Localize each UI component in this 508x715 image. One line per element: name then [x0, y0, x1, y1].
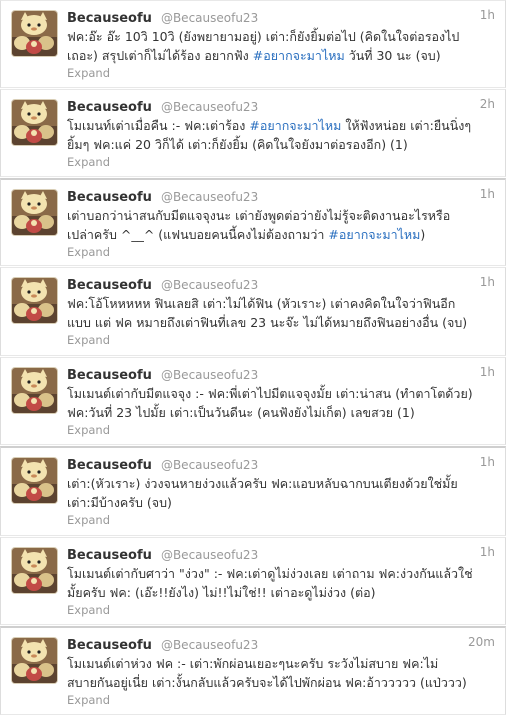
- tweet-header: Becauseofu @Becauseofu23 20m: [67, 634, 495, 652]
- avatar[interactable]: [11, 10, 58, 57]
- fullname[interactable]: Becauseofu: [67, 278, 152, 292]
- fullname[interactable]: Becauseofu: [67, 458, 152, 472]
- tweet-line: โมเมนต์เต่าห่วง ฟค :- เต่า:พักผ่อนเยอะๆน…: [67, 656, 439, 671]
- tweet-item[interactable]: Becauseofu @Becauseofu23 2h โมเมนท์เต่าเ…: [0, 89, 506, 177]
- hashtag-link[interactable]: #อยากจะมาไหม: [253, 48, 345, 63]
- tweet-timestamp[interactable]: 1h: [480, 187, 495, 201]
- tweet-timestamp[interactable]: 1h: [480, 275, 495, 289]
- tweet-text: โมเมนต์เต่ากับศาว่า "ง่วง" :- ฟค:เต่าดูไ…: [67, 564, 492, 602]
- tweet-line: เต่าบอกว่าน่าสนกับมีตแจจุงนะ เต่ายังพูดต…: [67, 208, 451, 223]
- username[interactable]: @Becauseofu23: [161, 368, 258, 382]
- tweet-line: สบายกันอยู่เนี่ย เต่า:งั้นกลับแล้วครับจะ…: [67, 675, 467, 690]
- expand-link[interactable]: Expand: [67, 513, 495, 527]
- fullname[interactable]: Becauseofu: [67, 548, 152, 562]
- tweet-line: โมเมนต์เต่ากับศาว่า "ง่วง" :- ฟค:เต่าดูไ…: [67, 566, 473, 581]
- expand-link[interactable]: Expand: [67, 245, 495, 259]
- tweet-timestamp[interactable]: 1h: [480, 8, 495, 22]
- tweet-text: ฟค:อ๊ะ อ๊ะ 10วิ 10วิ (ยังพยายามอยู่) เต่…: [67, 27, 492, 65]
- username[interactable]: @Becauseofu23: [161, 100, 258, 114]
- expand-link[interactable]: Expand: [67, 66, 495, 80]
- tweet-header: Becauseofu @Becauseofu23 1h: [67, 364, 495, 382]
- tweet-header: Becauseofu @Becauseofu23 2h: [67, 96, 495, 114]
- tweet-timeline: Becauseofu @Becauseofu23 1h ฟค:อ๊ะ อ๊ะ 1…: [0, 0, 508, 715]
- username[interactable]: @Becauseofu23: [161, 190, 258, 204]
- tweet-line: เถอะ) สรุปเต่าก็ไม่ได้ร้อง อยากฟัง #อยาก…: [67, 48, 441, 63]
- avatar[interactable]: [11, 457, 58, 504]
- username[interactable]: @Becauseofu23: [161, 548, 258, 562]
- fullname[interactable]: Becauseofu: [67, 190, 152, 204]
- tweet-line: โมเมนท์เต่าเมื่อคืน :- ฟค:เต่าร้อง #อยาก…: [67, 118, 472, 133]
- fullname[interactable]: Becauseofu: [67, 368, 152, 382]
- tweet-timestamp[interactable]: 1h: [480, 365, 495, 379]
- fullname[interactable]: Becauseofu: [67, 100, 152, 114]
- expand-link[interactable]: Expand: [67, 603, 495, 617]
- tweet-text: โมเมนต์เต่ากับมีตแจจุง :- ฟค:พี่เต่าไปมี…: [67, 384, 492, 422]
- tweet-item[interactable]: Becauseofu @Becauseofu23 20m โมเมนต์เต่า…: [0, 626, 506, 715]
- tweet-text: โมเมนต์เต่าห่วง ฟค :- เต่า:พักผ่อนเยอะๆน…: [67, 654, 492, 692]
- tweet-line: ฟค:อ๊ะ อ๊ะ 10วิ 10วิ (ยังพยายามอยู่) เต่…: [67, 29, 460, 44]
- expand-link[interactable]: Expand: [67, 155, 495, 169]
- tweet-text: เต่า:(หัวเราะ) ง่วงจนหายง่วงแล้วครับ ฟค:…: [67, 474, 492, 512]
- avatar[interactable]: [11, 367, 58, 414]
- tweet-header: Becauseofu @Becauseofu23 1h: [67, 274, 495, 292]
- tweet-item[interactable]: Becauseofu @Becauseofu23 1h โมเมนต์เต่าก…: [0, 357, 506, 445]
- tweet-line: เปล่าครับ ^__^ (แฟนบอยคนนี้คงไม่ต้องถามว…: [67, 227, 426, 242]
- tweet-line: โมเมนต์เต่ากับมีตแจจุง :- ฟค:พี่เต่าไปมี…: [67, 386, 473, 401]
- tweet-line: ยิ้มๆ ฟค:แค่ 20 วิก็ได้ เต่า:ก็ยังยิ้ม (…: [67, 137, 408, 152]
- tweet-item[interactable]: Becauseofu @Becauseofu23 1h ฟค:อ๊ะ อ๊ะ 1…: [0, 0, 506, 88]
- username[interactable]: @Becauseofu23: [161, 278, 258, 292]
- avatar[interactable]: [11, 189, 58, 236]
- hashtag-link[interactable]: #อยากจะมาไหม: [249, 118, 341, 133]
- avatar[interactable]: [11, 99, 58, 146]
- tweet-timestamp[interactable]: 20m: [468, 635, 495, 649]
- tweet-line: มั้ยครับ ฟค: (เอ๊ะ!!ยังไง) ไม่!!ไม่ใช่!!…: [67, 585, 376, 600]
- tweet-timestamp[interactable]: 2h: [480, 97, 495, 111]
- tweet-line: ฟค:วันที่ 23 ไปมั้ย เต่า:เป็นวันดีนะ (คน…: [67, 405, 415, 420]
- avatar[interactable]: [11, 637, 58, 684]
- avatar[interactable]: [11, 547, 58, 594]
- tweet-line: เต่า:(หัวเราะ) ง่วงจนหายง่วงแล้วครับ ฟค:…: [67, 476, 458, 491]
- tweet-line: เต่า:มีบ้างครับ (จบ): [67, 495, 172, 510]
- tweet-item[interactable]: Becauseofu @Becauseofu23 1h เต่า:(หัวเรา…: [0, 446, 506, 536]
- tweet-item[interactable]: Becauseofu @Becauseofu23 1h โมเมนต์เต่าก…: [0, 537, 506, 625]
- tweet-header: Becauseofu @Becauseofu23 1h: [67, 7, 495, 25]
- tweet-header: Becauseofu @Becauseofu23 1h: [67, 454, 495, 472]
- expand-link[interactable]: Expand: [67, 333, 495, 347]
- expand-link[interactable]: Expand: [67, 693, 495, 707]
- username[interactable]: @Becauseofu23: [161, 11, 258, 25]
- fullname[interactable]: Becauseofu: [67, 11, 152, 25]
- tweet-timestamp[interactable]: 1h: [480, 455, 495, 469]
- tweet-item[interactable]: Becauseofu @Becauseofu23 1h เต่าบอกว่าน่…: [0, 178, 506, 266]
- tweet-line: แบบ แต่ ฟค หมายถึงเต่าฟินที่เลข 23 นะจ๊ะ…: [67, 315, 468, 330]
- tweet-text: เต่าบอกว่าน่าสนกับมีตแจจุงนะ เต่ายังพูดต…: [67, 206, 492, 244]
- tweet-line: ฟค:โอ้โหหหหห ฟินเลยสิ เต่า:ไม่ได้ฟิน (หั…: [67, 296, 456, 311]
- expand-link[interactable]: Expand: [67, 423, 495, 437]
- tweet-text: โมเมนท์เต่าเมื่อคืน :- ฟค:เต่าร้อง #อยาก…: [67, 116, 492, 154]
- username[interactable]: @Becauseofu23: [161, 638, 258, 652]
- hashtag-link[interactable]: #อยากจะมาไหม: [328, 227, 420, 242]
- avatar[interactable]: [11, 277, 58, 324]
- tweet-item[interactable]: Becauseofu @Becauseofu23 1h ฟค:โอ้โหหหหห…: [0, 267, 506, 356]
- tweet-header: Becauseofu @Becauseofu23 1h: [67, 544, 495, 562]
- tweet-timestamp[interactable]: 1h: [480, 545, 495, 559]
- username[interactable]: @Becauseofu23: [161, 458, 258, 472]
- tweet-text: ฟค:โอ้โหหหหห ฟินเลยสิ เต่า:ไม่ได้ฟิน (หั…: [67, 294, 492, 332]
- tweet-header: Becauseofu @Becauseofu23 1h: [67, 186, 495, 204]
- fullname[interactable]: Becauseofu: [67, 638, 152, 652]
